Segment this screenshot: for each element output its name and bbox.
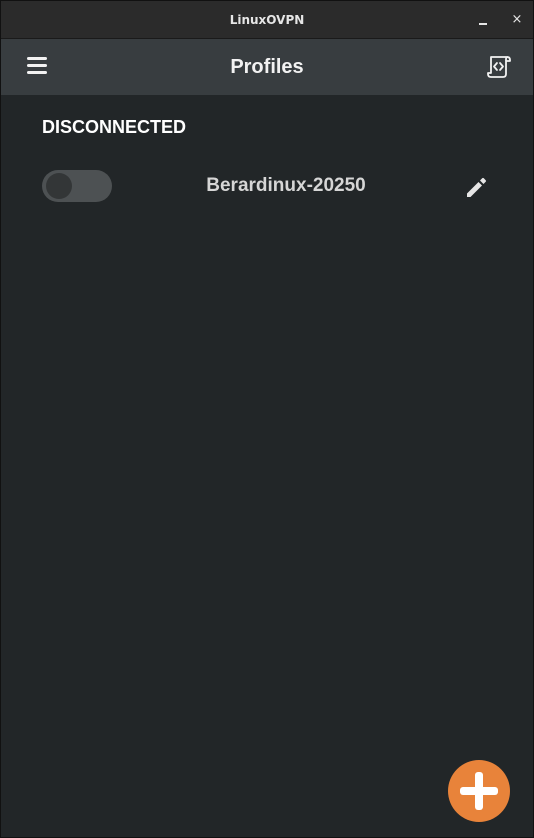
log-button[interactable] <box>485 54 513 80</box>
code-scroll-icon <box>487 56 511 78</box>
app-window: LinuxOVPN × Profiles DISCONNECTED Berard… <box>0 0 534 838</box>
page-title: Profiles <box>230 56 304 78</box>
edit-profile-button[interactable] <box>463 173 491 201</box>
profiles-content: DISCONNECTED Berardinux-20250 <box>1 95 533 837</box>
window-title: LinuxOVPN <box>229 13 305 27</box>
close-icon: × <box>511 12 523 27</box>
connection-status-label: DISCONNECTED <box>42 117 187 137</box>
app-header: Profiles <box>1 39 533 95</box>
profile-name: Berardinux-20250 <box>206 175 366 196</box>
connect-toggle[interactable] <box>42 170 112 202</box>
minimize-icon <box>479 23 487 25</box>
profile-row: Berardinux-20250 <box>1 165 533 207</box>
add-profile-button[interactable] <box>448 760 510 822</box>
pencil-icon <box>467 177 487 197</box>
title-bar[interactable]: LinuxOVPN × <box>1 1 533 39</box>
minimize-button[interactable] <box>473 10 493 30</box>
close-button[interactable]: × <box>507 10 527 30</box>
toggle-knob <box>46 173 72 199</box>
